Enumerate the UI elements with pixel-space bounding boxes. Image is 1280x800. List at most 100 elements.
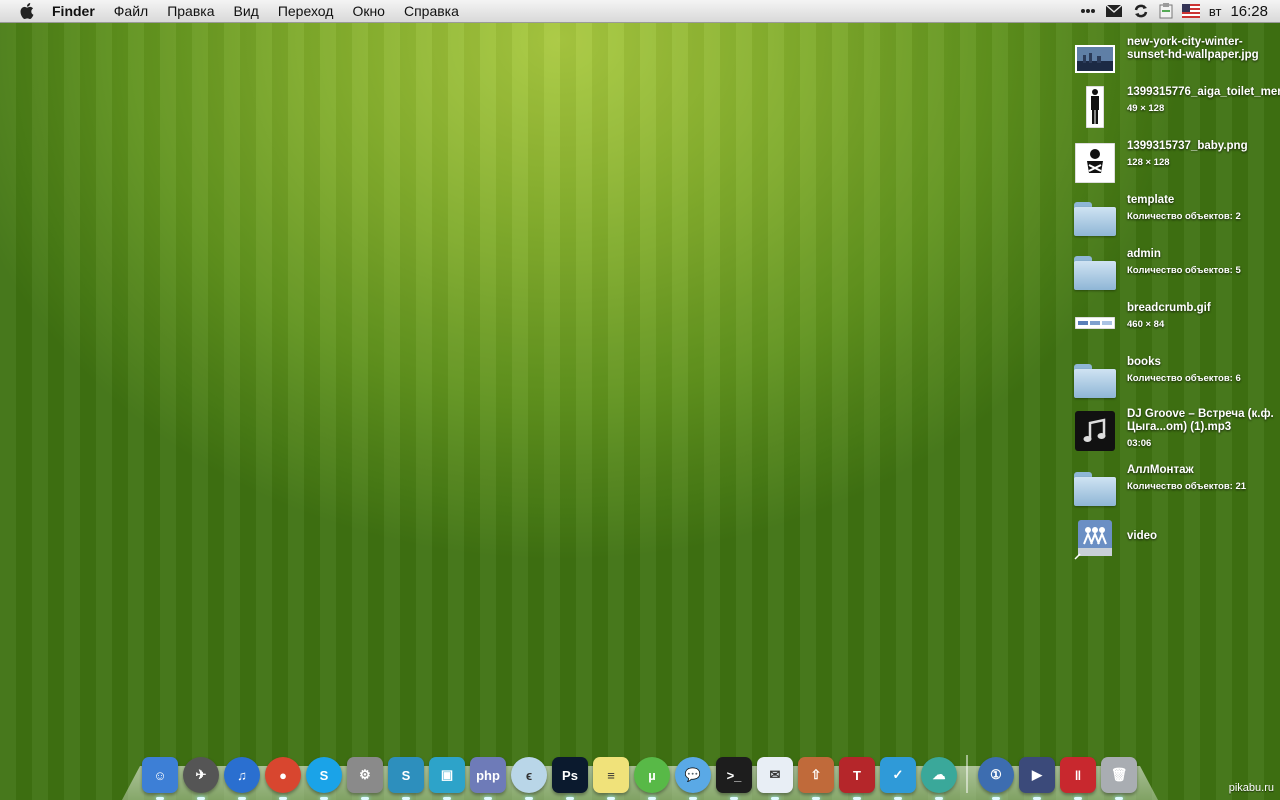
clock-day[interactable]: вт — [1209, 4, 1222, 19]
desktop-item-mp3[interactable]: DJ Groove – Встреча (к.ф. Цыга...om) (1)… — [1074, 404, 1280, 452]
system-preferences-icon: ⚙ — [359, 767, 371, 782]
archive-utility-dock-item[interactable]: ⇧ — [798, 757, 834, 800]
system-preferences-dock-item[interactable]: ⚙ — [347, 757, 383, 800]
desktop-item-admin[interactable]: admin Количество объектов: 5 — [1074, 248, 1280, 296]
rocket-launchpad-icon: ✈ — [195, 767, 207, 782]
baby-icon — [1074, 142, 1116, 184]
php-icon: php — [476, 767, 500, 783]
folder-icon — [1074, 360, 1116, 402]
more-dots-icon[interactable] — [1080, 8, 1096, 14]
file-name: video — [1127, 530, 1158, 542]
sublime-text-dock-item[interactable]: S — [388, 757, 424, 800]
desktop-item-video[interactable]: video — [1074, 518, 1280, 566]
watermark: pikabu.ru — [1228, 782, 1274, 794]
image-thumbnail-icon — [1074, 38, 1116, 80]
chrome-dock-item[interactable]: ● — [265, 757, 301, 800]
archive-utility-icon: ⇧ — [810, 767, 822, 782]
network-drive-alias-icon — [1074, 518, 1116, 560]
desktop-item-books[interactable]: books Количество объектов: 6 — [1074, 356, 1280, 404]
folder-icon — [1074, 198, 1116, 240]
coda-icon: ▣ — [440, 767, 454, 782]
file-name: books — [1127, 356, 1161, 368]
photoshop-icon: Ps — [562, 767, 578, 783]
sequel-pro-dock-item[interactable]: ϵ — [511, 757, 547, 800]
menu-file[interactable]: Файл — [114, 3, 148, 19]
breadcrumb-image-icon — [1074, 302, 1116, 344]
parallels-dock-item[interactable]: ‖ — [1060, 757, 1096, 800]
menu-edit[interactable]: Правка — [167, 3, 214, 19]
utorrent-dock-item[interactable]: µ — [634, 757, 670, 800]
desktop-item-breadcrumb[interactable]: breadcrumb.gif 460 × 84 — [1074, 302, 1280, 350]
skype-dock-item[interactable]: S — [306, 757, 342, 800]
finder-icon: ☺ — [153, 767, 167, 783]
messages-icon: 💬 — [684, 767, 702, 782]
cloud-app-dock-item[interactable]: ☁ — [921, 757, 957, 800]
file-info: 460 × 84 — [1127, 319, 1165, 330]
file-name: new-york-city-winter-sunset-hd-wallpaper… — [1127, 36, 1259, 61]
movie-icon: ▶ — [1032, 767, 1042, 782]
menu-go[interactable]: Переход — [278, 3, 334, 19]
us-flag-icon[interactable] — [1181, 4, 1200, 18]
coda-dock-item[interactable]: ▣ — [429, 757, 465, 800]
wunderlist-icon: ✓ — [892, 767, 904, 782]
file-info: Количество объектов: 21 — [1127, 481, 1247, 492]
clock-time[interactable]: 16:28 — [1230, 3, 1268, 20]
stickies-dock-item[interactable]: ≡ — [593, 757, 629, 800]
php-dock-item[interactable]: php — [470, 757, 506, 800]
1password-dock-item[interactable]: ① — [978, 757, 1014, 800]
folder-icon — [1074, 468, 1116, 510]
finder-dock-item[interactable]: ☺ — [142, 757, 178, 800]
apple-logo-icon[interactable] — [20, 3, 34, 19]
file-name: breadcrumb.gif — [1127, 302, 1211, 314]
movie-dock-item[interactable]: ▶ — [1019, 757, 1055, 800]
itunes-icon: ♫ — [237, 767, 247, 783]
mail-app-icon: ✉ — [769, 767, 781, 782]
photoshop-dock-item[interactable]: Ps — [552, 757, 588, 800]
desktop-item-allmontazh[interactable]: АллМонтаж Количество объектов: 21 — [1074, 464, 1280, 512]
utorrent-icon: µ — [648, 767, 656, 783]
status-tray: вт 16:28 — [1080, 0, 1280, 22]
dock-separator — [966, 755, 968, 793]
desktop-item-toilet-men[interactable]: 1399315776_aiga_toilet_men.png 49 × 128 — [1074, 86, 1280, 134]
menu-finder[interactable]: Finder — [52, 3, 95, 19]
file-name: 1399315737_baby.png — [1127, 140, 1248, 152]
file-info: Количество объектов: 6 — [1127, 373, 1241, 384]
messages-dock-item[interactable]: 💬 — [675, 757, 711, 800]
file-name: 1399315776_aiga_toilet_men.png — [1127, 86, 1280, 98]
stickies-icon: ≡ — [607, 767, 615, 783]
cloud-app-icon: ☁ — [932, 767, 946, 782]
menu-bar: Finder Файл Правка Вид Переход Окно Спра… — [0, 0, 1280, 23]
trash-dock-item[interactable]: 🗑 — [1101, 757, 1137, 800]
file-name: DJ Groove – Встреча (к.ф. Цыга...om) (1)… — [1127, 408, 1274, 433]
1password-icon: ① — [990, 767, 1002, 782]
skype-icon: S — [319, 767, 329, 783]
file-info: 128 × 128 — [1127, 157, 1170, 168]
file-info: 49 × 128 — [1127, 103, 1165, 114]
file-info: 03:06 — [1127, 438, 1152, 449]
file-info: Количество объектов: 2 — [1127, 211, 1241, 222]
menu-window[interactable]: Окно — [352, 3, 385, 19]
file-name: АллМонтаж — [1127, 464, 1194, 476]
menu-help[interactable]: Справка — [404, 3, 459, 19]
rocket-launchpad-dock-item[interactable]: ✈ — [183, 757, 219, 800]
sequel-pro-icon: ϵ — [525, 767, 533, 783]
trash-icon: 🗑 — [1110, 767, 1128, 782]
textmate-dock-item[interactable]: T — [839, 757, 875, 800]
desktop-item-template[interactable]: template Количество объектов: 2 — [1074, 194, 1280, 242]
folder-icon — [1074, 252, 1116, 294]
sync-icon[interactable] — [1132, 2, 1150, 20]
file-info: Количество объектов: 5 — [1127, 265, 1241, 276]
person-icon — [1074, 86, 1116, 128]
menu-view[interactable]: Вид — [234, 3, 259, 19]
clipboard-icon[interactable] — [1159, 3, 1173, 19]
textmate-icon: T — [853, 767, 861, 783]
terminal-icon: >_ — [726, 767, 742, 783]
mail-app-dock-item[interactable]: ✉ — [757, 757, 793, 800]
desktop-item-baby[interactable]: 1399315737_baby.png 128 × 128 — [1074, 140, 1280, 188]
itunes-dock-item[interactable]: ♫ — [224, 757, 260, 800]
wunderlist-dock-item[interactable]: ✓ — [880, 757, 916, 800]
mail-icon[interactable] — [1105, 4, 1123, 18]
desktop-item-wallpaper[interactable]: new-york-city-winter-sunset-hd-wallpaper… — [1074, 36, 1280, 84]
terminal-dock-item[interactable]: >_ — [716, 757, 752, 800]
music-file-icon — [1074, 410, 1116, 452]
